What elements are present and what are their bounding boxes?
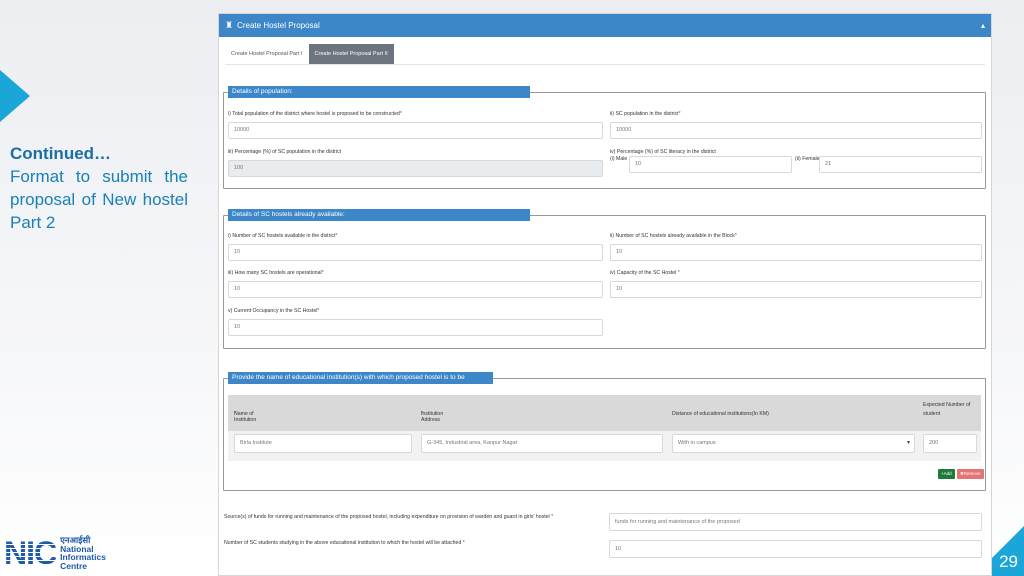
caption-heading: Continued… <box>10 144 112 163</box>
hostel-capacity-input[interactable]: 10 <box>610 281 982 298</box>
remove-row-button[interactable]: ✖Remove <box>957 469 984 479</box>
sc-percentage-label: iii) Percentage (%) of SC population in … <box>228 149 342 155</box>
distance-select-value: With in campus <box>678 440 716 446</box>
nic-logo: NIC एनआईसी National Informatics Centre <box>4 536 106 570</box>
current-occupancy-label: v) Current Occupancy in the SC Hostel <box>228 308 318 314</box>
institution-name-input[interactable]: Birla Institute <box>234 434 412 453</box>
hostels-in-district-input[interactable]: 10 <box>228 244 603 261</box>
sc-population-input[interactable]: 10000 <box>610 122 982 139</box>
hostels-in-district-label: i) Number of SC hostels available in the… <box>228 233 336 239</box>
hostel-capacity-field: iv) Capacity of the SC Hostel * 10 <box>610 269 982 298</box>
total-population-input[interactable]: 10000 <box>228 122 603 139</box>
operational-hostels-input[interactable]: 10 <box>228 281 603 298</box>
panel-title: Create Hostel Proposal <box>237 21 320 30</box>
institution-address-input[interactable]: G-345, Industrial area, Kanpur Nagar <box>421 434 663 453</box>
slide-arrow-decoration <box>0 70 30 122</box>
total-population-label: i) Total population of the district wher… <box>228 111 400 117</box>
funds-source-label: Source(s) of funds for running and maint… <box>224 514 554 520</box>
population-section-title: Details of population: <box>228 86 530 98</box>
distance-select[interactable]: With in campus ▾ <box>672 434 915 453</box>
total-population-field: i) Total population of the district wher… <box>228 110 603 139</box>
sc-hostels-section-title: Details of SC hostels already available: <box>228 209 530 221</box>
institutions-section: Provide the name of educational institut… <box>223 372 986 491</box>
expected-students-input[interactable]: 200 <box>923 434 977 453</box>
sc-percentage-field: iii) Percentage (%) of SC population in … <box>228 148 603 177</box>
female-label: (ii) Female <box>795 156 820 162</box>
required-mark: * <box>321 270 324 276</box>
hostels-in-district-field: i) Number of SC hostels available in the… <box>228 232 603 261</box>
institutions-section-title: Provide the name of educational institut… <box>228 372 493 393</box>
hostels-in-block-field: ii) Number of SC hostels already availab… <box>610 232 982 261</box>
operational-hostels-field: iii) How many SC hostels are operational… <box>228 269 603 298</box>
current-occupancy-input[interactable]: 10 <box>228 319 603 336</box>
required-mark: * <box>734 233 737 239</box>
create-hostel-proposal-panel: ♜ Create Hostel Proposal ▴ Create Hostel… <box>218 13 992 576</box>
required-mark: * <box>317 308 320 314</box>
funds-source-input[interactable]: funds for running and maintenance of the… <box>609 513 982 531</box>
sc-percentage-input[interactable]: 100 <box>228 160 603 177</box>
sc-students-label: Number of SC students studying in the ab… <box>224 540 465 546</box>
required-mark: * <box>399 111 402 117</box>
col-distance: Distance of educational institutions(In … <box>672 411 769 417</box>
proposal-tabs: Create Hostel Proposal Part I Create Hos… <box>225 44 985 65</box>
hostels-in-block-label: ii) Number of SC hostels already availab… <box>610 233 735 239</box>
panel-header: ♜ Create Hostel Proposal ▴ <box>219 14 991 37</box>
chevron-down-icon: ▾ <box>906 440 910 446</box>
institution-row: Birla Institute G-345, Industrial area, … <box>228 431 981 461</box>
hostel-capacity-label: iv) Capacity of the SC Hostel <box>610 270 678 276</box>
male-label: (i) Male <box>610 156 628 162</box>
tab-part-1[interactable]: Create Hostel Proposal Part I <box>225 44 309 64</box>
add-row-button[interactable]: +Add <box>938 469 955 479</box>
col-expected-students: Expected Number of student <box>923 402 971 417</box>
page-number: 29 <box>999 552 1018 571</box>
sc-population-label: ii) SC population in the district <box>610 111 679 117</box>
logo-line3: Centre <box>60 560 88 571</box>
slide-caption: Continued… Format to submit the proposal… <box>10 143 188 234</box>
sc-population-field: ii) SC population in the district* 10000 <box>610 110 982 139</box>
nic-logo-text: एनआईसी National Informatics Centre <box>60 536 106 570</box>
sc-students-input[interactable]: 10 <box>609 540 982 558</box>
population-section: Details of population: i) Total populati… <box>223 86 986 189</box>
building-icon: ♜ <box>225 20 234 30</box>
male-literacy-input[interactable]: 10 <box>629 156 792 173</box>
collapse-icon[interactable]: ▴ <box>981 21 985 30</box>
caption-body: Format to submit the proposal of New hos… <box>10 167 188 232</box>
hostels-in-block-input[interactable]: 10 <box>610 244 982 261</box>
sc-literacy-field: iv) Percentage (%) of SC literacy in the… <box>610 148 982 173</box>
sc-hostels-section: Details of SC hostels already available:… <box>223 209 986 349</box>
female-literacy-input[interactable]: 21 <box>819 156 982 173</box>
tab-part-2[interactable]: Create Hostel Proposal Part II <box>308 44 394 64</box>
institutions-table-header: Name of Institution * Institution Addres… <box>228 395 981 431</box>
required-mark: * <box>678 111 681 117</box>
required-mark: * <box>335 233 338 239</box>
nic-logo-mark: NIC <box>4 535 57 571</box>
current-occupancy-field: v) Current Occupancy in the SC Hostel* 1… <box>228 307 603 336</box>
operational-hostels-label: iii) How many SC hostels are operational <box>228 270 322 276</box>
required-mark: * <box>677 270 680 276</box>
